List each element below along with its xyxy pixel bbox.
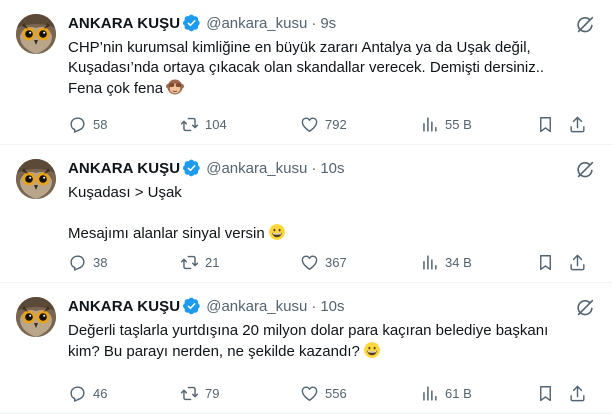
- views-button[interactable]: 55 B: [420, 115, 472, 134]
- timestamp[interactable]: 10s: [320, 160, 344, 177]
- heart-icon: [300, 115, 319, 134]
- reply-icon: [68, 253, 87, 272]
- author-handle[interactable]: @ankara_kusu: [206, 298, 307, 315]
- tweet-text-line: CHP’nin kurumsal kimliğine en büyük zara…: [68, 39, 531, 56]
- grinning-face-icon: [363, 341, 381, 359]
- bookmark-icon: [536, 115, 555, 134]
- tweet-text-line: Mesajımı alanlar sinyal versin: [68, 225, 265, 242]
- reply-button[interactable]: 58: [68, 115, 107, 134]
- share-icon: [568, 115, 587, 134]
- separator-dot: ·: [311, 297, 317, 315]
- author-handle[interactable]: @ankara_kusu: [206, 160, 307, 177]
- bookmark-button[interactable]: [536, 115, 555, 134]
- separator-dot: ·: [311, 14, 317, 32]
- reply-icon: [68, 115, 87, 134]
- grinning-face-icon: [268, 223, 286, 241]
- tweet[interactable]: ANKARA KUŞU @ankara_kusu · 10s Değerli t…: [0, 283, 612, 414]
- views-chart-icon: [420, 384, 439, 403]
- tweet-header: ANKARA KUŞU @ankara_kusu · 9s: [68, 13, 596, 33]
- bookmark-icon: [536, 253, 555, 272]
- tweet[interactable]: ANKARA KUŞU @ankara_kusu · 10s Kuşadası …: [0, 145, 612, 283]
- share-button[interactable]: [568, 115, 587, 134]
- views-chart-icon: [420, 253, 439, 272]
- repost-count: 79: [205, 385, 220, 401]
- bookmark-button[interactable]: [536, 384, 555, 403]
- repost-button[interactable]: 79: [180, 384, 219, 403]
- bookmark-icon: [536, 384, 555, 403]
- tweet-text: Kuşadası > Uşak Mesajımı alanlar sinyal …: [68, 183, 594, 244]
- tweet-text-line: Kuşadası > Uşak: [68, 184, 182, 201]
- grok-icon[interactable]: [574, 297, 596, 319]
- views-button[interactable]: 61 B: [420, 384, 472, 403]
- share-icon: [568, 384, 587, 403]
- author-name[interactable]: ANKARA KUŞU: [68, 160, 180, 177]
- tweet-text-line: kim? Bu parayı nerden, ne şekilde kazand…: [68, 343, 360, 360]
- tweet-header: ANKARA KUŞU @ankara_kusu · 10s: [68, 296, 596, 316]
- action-bar: 46 79 556 61 B: [68, 382, 596, 404]
- like-button[interactable]: 367: [300, 253, 347, 272]
- grok-icon[interactable]: [574, 159, 596, 181]
- reply-button[interactable]: 38: [68, 253, 107, 272]
- like-button[interactable]: 792: [300, 115, 347, 134]
- reply-count: 38: [93, 254, 108, 270]
- author-name[interactable]: ANKARA KUŞU: [68, 298, 180, 315]
- action-bar: 38 21 367 34 B: [68, 251, 596, 273]
- verified-badge-icon[interactable]: [183, 159, 201, 177]
- reply-button[interactable]: 46: [68, 384, 107, 403]
- share-icon: [568, 253, 587, 272]
- repost-button[interactable]: 21: [180, 253, 219, 272]
- tweet-text: CHP’nin kurumsal kimliğine en büyük zara…: [68, 38, 594, 99]
- like-button[interactable]: 556: [300, 384, 347, 403]
- views-count: 55 B: [445, 116, 472, 132]
- reply-count: 46: [93, 385, 108, 401]
- verified-badge-icon[interactable]: [183, 14, 201, 32]
- views-count: 61 B: [445, 385, 472, 401]
- owl-avatar-icon: [16, 14, 56, 54]
- timestamp[interactable]: 9s: [320, 15, 336, 32]
- bookmark-button[interactable]: [536, 253, 555, 272]
- action-bar: 58 104 792 55 B: [68, 113, 596, 135]
- share-button[interactable]: [568, 253, 587, 272]
- tweet[interactable]: ANKARA KUŞU @ankara_kusu · 9s CHP’nin ku…: [0, 0, 612, 145]
- repost-count: 21: [205, 254, 220, 270]
- like-count: 556: [325, 385, 347, 401]
- avatar[interactable]: [16, 14, 56, 54]
- like-count: 367: [325, 254, 347, 270]
- views-chart-icon: [420, 115, 439, 134]
- tweet-header: ANKARA KUŞU @ankara_kusu · 10s: [68, 158, 596, 178]
- views-button[interactable]: 34 B: [420, 253, 472, 272]
- repost-icon: [180, 253, 199, 272]
- avatar[interactable]: [16, 297, 56, 337]
- tweet-text: Değerli taşlarla yurtdışına 20 milyon do…: [68, 321, 594, 362]
- like-count: 792: [325, 116, 347, 132]
- author-handle[interactable]: @ankara_kusu: [206, 15, 307, 32]
- author-name[interactable]: ANKARA KUŞU: [68, 15, 180, 32]
- repost-icon: [180, 115, 199, 134]
- reply-count: 58: [93, 116, 108, 132]
- timestamp[interactable]: 10s: [320, 298, 344, 315]
- views-count: 34 B: [445, 254, 472, 270]
- heart-icon: [300, 253, 319, 272]
- owl-avatar-icon: [16, 297, 56, 337]
- repost-button[interactable]: 104: [180, 115, 227, 134]
- owl-avatar-icon: [16, 159, 56, 199]
- see-no-evil-monkey-icon: [166, 78, 184, 96]
- tweet-text-line: Kuşadası’nda ortaya çıkacak olan skandal…: [68, 59, 545, 76]
- separator-dot: ·: [311, 159, 317, 177]
- share-button[interactable]: [568, 384, 587, 403]
- tweet-text-line: Değerli taşlarla yurtdışına 20 milyon do…: [68, 322, 549, 339]
- grok-icon[interactable]: [574, 14, 596, 36]
- avatar[interactable]: [16, 159, 56, 199]
- repost-icon: [180, 384, 199, 403]
- repost-count: 104: [205, 116, 227, 132]
- reply-icon: [68, 384, 87, 403]
- verified-badge-icon[interactable]: [183, 297, 201, 315]
- heart-icon: [300, 384, 319, 403]
- tweet-text-line: Fena çok fena: [68, 80, 164, 97]
